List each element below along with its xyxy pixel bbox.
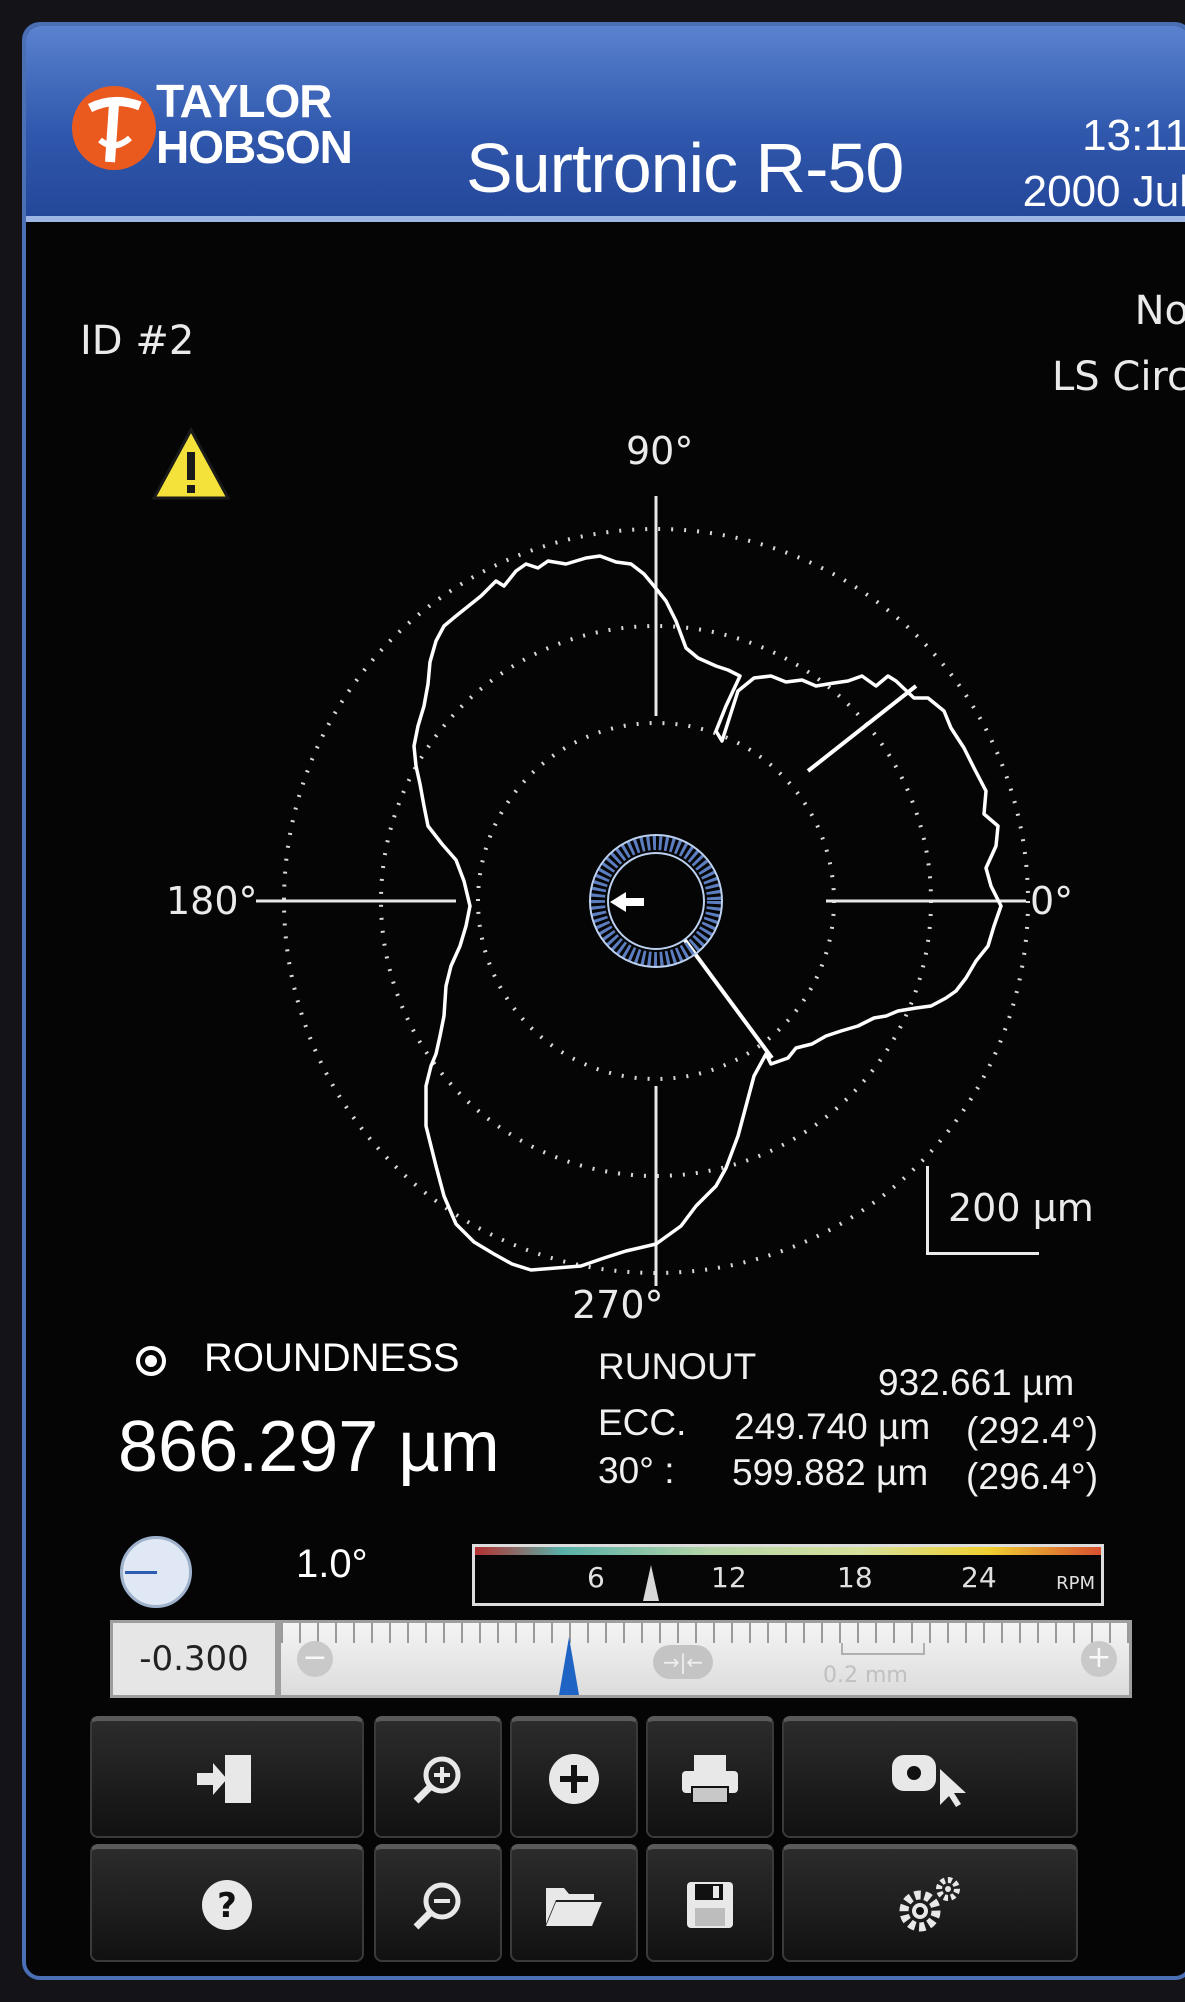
zoom-in-icon — [413, 1756, 461, 1803]
ecc-label: ECC. — [598, 1402, 687, 1443]
ecc-value: 249.740 µm — [734, 1406, 931, 1447]
deg30-label: 30° : — [598, 1450, 675, 1491]
runout-label: RUNOUT — [598, 1346, 757, 1387]
label-180: 180° — [166, 879, 258, 923]
deg30-angle: (296.4°) — [966, 1456, 1099, 1497]
runout-value: 932.661 µm — [878, 1362, 1075, 1403]
clock-date: 2000 Jul — [1022, 167, 1185, 216]
angle-value: 1.0° — [296, 1542, 368, 1586]
roundness-value: 866.297 µm — [118, 1407, 500, 1487]
title-bar: TAYLOR HOBSON Surtronic R-50 13:11 2000 … — [26, 26, 1185, 222]
record-icon — [892, 1754, 966, 1807]
rpm-tick: 6 — [587, 1561, 605, 1594]
exit-icon — [197, 1754, 251, 1803]
ecc-angle: (292.4°) — [966, 1410, 1099, 1451]
range-label: 0.2 mm — [823, 1663, 908, 1688]
zoom-in-button[interactable] — [374, 1716, 502, 1838]
clock-time: 13:11 — [1082, 111, 1185, 160]
rpm-gradient — [475, 1547, 1101, 1555]
save-button[interactable] — [646, 1844, 774, 1962]
instrument-screen: TAYLOR HOBSON Surtronic R-50 13:11 2000 … — [22, 22, 1185, 1980]
record-button[interactable] — [782, 1716, 1078, 1838]
print-button[interactable] — [646, 1716, 774, 1838]
rpm-tick: 24 — [961, 1561, 997, 1594]
open-folder-button[interactable] — [510, 1844, 638, 1962]
label-90: 90° — [626, 429, 693, 473]
position-slider[interactable]: − →|← 0.2 mm + — [278, 1620, 1132, 1698]
brand-name: TAYLOR HOBSON — [156, 75, 353, 173]
zoom-out-icon — [413, 1882, 461, 1929]
increase-button[interactable]: + — [1081, 1641, 1117, 1677]
brand-line-2: HOBSON — [156, 121, 353, 173]
rpm-tick: 18 — [837, 1561, 873, 1594]
rpm-tick: 12 — [711, 1561, 747, 1594]
scale-label: 200 µm — [948, 1186, 1094, 1230]
app-title: Surtronic R-50 — [466, 129, 904, 207]
settings-button[interactable] — [782, 1844, 1078, 1962]
deg30-value: 599.882 µm — [732, 1452, 929, 1493]
taylor-hobson-logo-icon — [72, 86, 156, 170]
label-0: 0° — [1030, 879, 1073, 923]
help-icon: ? — [202, 1879, 252, 1930]
ruler-ticks — [281, 1623, 1129, 1643]
center-button[interactable]: →|← — [653, 1645, 713, 1679]
rpm-pointer — [643, 1565, 659, 1601]
decrease-button[interactable]: − — [297, 1641, 333, 1677]
add-button[interactable] — [510, 1716, 638, 1838]
radial-line-tip — [806, 684, 918, 773]
help-button[interactable]: ? — [90, 1844, 364, 1962]
settings-icon — [899, 1876, 960, 1931]
measurement-id: ID #2 — [80, 318, 195, 364]
range-bracket — [841, 1643, 925, 1655]
parameter-radio[interactable] — [136, 1346, 166, 1376]
clock: 13:11 2000 Jul — [1023, 108, 1185, 220]
save-icon — [687, 1881, 733, 1928]
position-value[interactable]: -0.300 — [110, 1620, 278, 1698]
open-folder-icon — [546, 1887, 602, 1926]
exit-button[interactable] — [90, 1716, 364, 1838]
position-pointer[interactable] — [559, 1637, 579, 1695]
add-icon — [549, 1753, 599, 1804]
label-270: 270° — [572, 1283, 664, 1327]
filter-label: No — [1134, 288, 1185, 334]
parameter-name: ROUNDNESS — [204, 1336, 460, 1380]
angle-dial-icon[interactable] — [120, 1536, 192, 1608]
rpm-unit: RPM — [1056, 1573, 1095, 1594]
svg-text:?: ? — [217, 1886, 237, 1926]
rpm-gauge[interactable]: 6 12 18 24 RPM — [472, 1544, 1104, 1606]
print-icon — [682, 1754, 738, 1804]
brand-line-1: TAYLOR — [156, 75, 332, 127]
zoom-out-button[interactable] — [374, 1844, 502, 1962]
